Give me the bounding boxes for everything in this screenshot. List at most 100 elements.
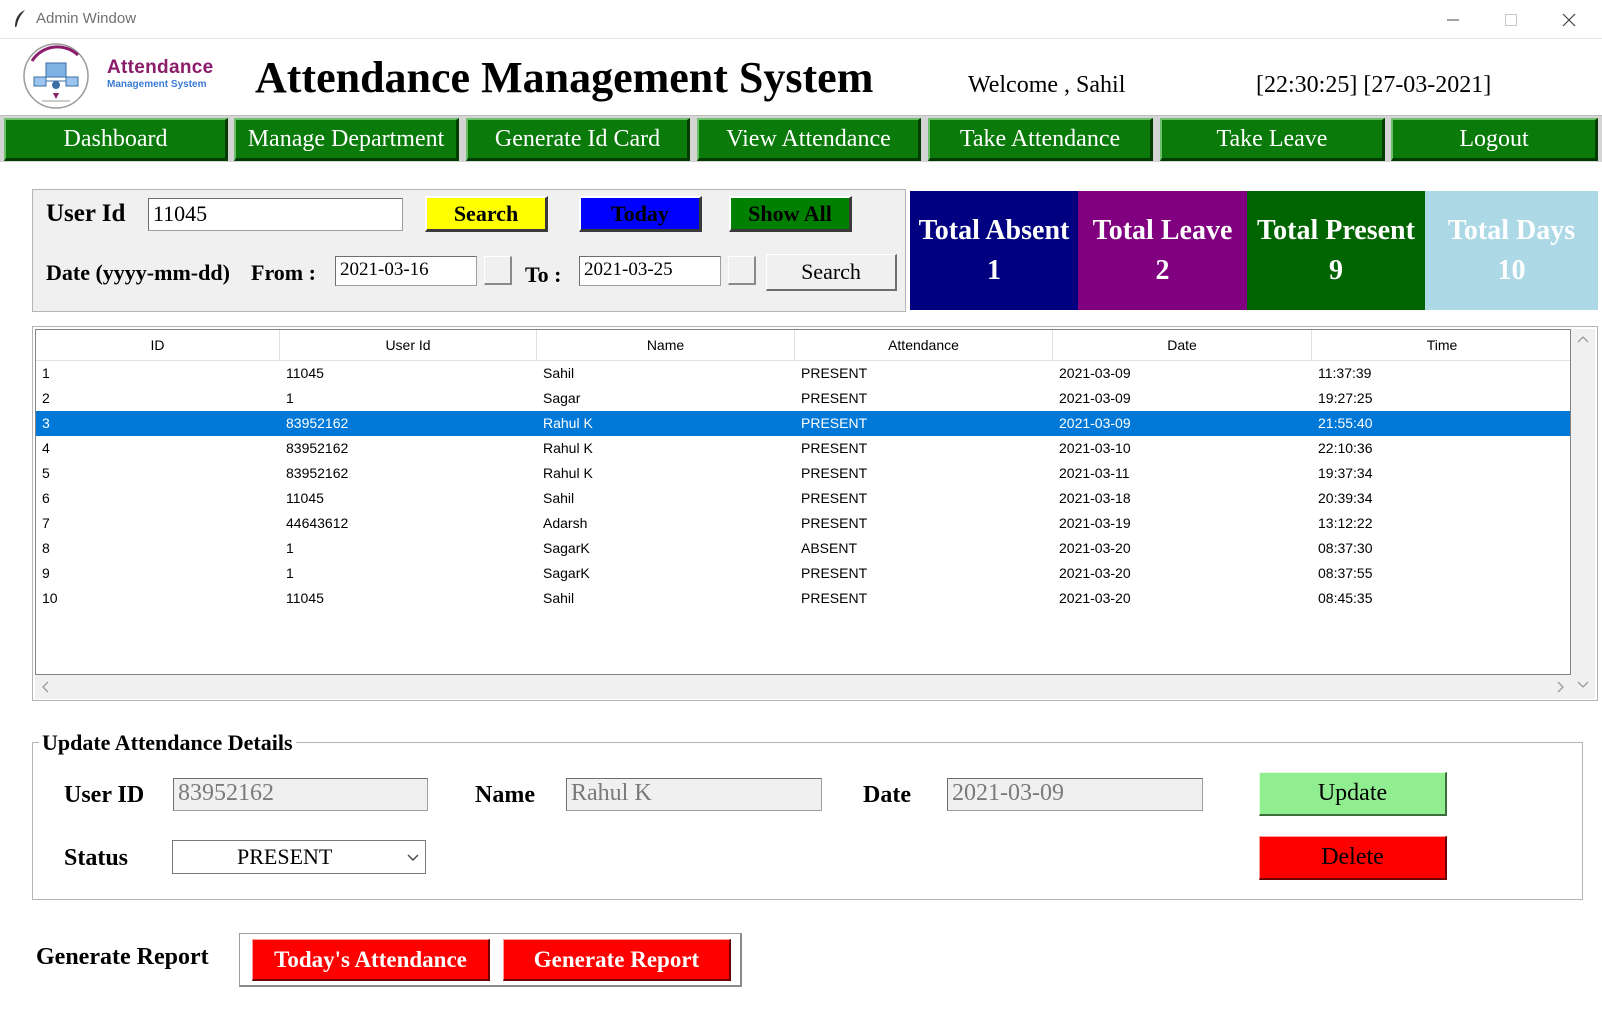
cell-date: 2021-03-20: [1059, 565, 1131, 581]
date-search-button[interactable]: Search: [766, 254, 897, 291]
nav-view-attendance-button[interactable]: View Attendance: [697, 118, 921, 161]
update-name-input[interactable]: Rahul K: [566, 778, 822, 811]
table-row[interactable]: 5 83952162 Rahul K PRESENT 2021-03-11 19:37:3…: [36, 461, 1570, 486]
status-select[interactable]: PRESENT: [172, 840, 426, 874]
delete-button[interactable]: Delete: [1259, 836, 1447, 880]
update-user-id-label: User ID: [64, 782, 145, 808]
todays-attendance-report-button[interactable]: Today's Attendance: [252, 939, 490, 981]
cell-name: SagarK: [543, 565, 590, 581]
cell-attendance: PRESENT: [801, 490, 868, 506]
horizontal-scrollbar[interactable]: [35, 675, 1571, 699]
table-row[interactable]: 6 11045 Sahil PRESENT 2021-03-18 20:39:34: [36, 486, 1570, 511]
table-row[interactable]: 7 44643612 Adarsh PRESENT 2021-03-19 13:12:22: [36, 511, 1570, 536]
nav-take-attendance-button[interactable]: Take Attendance: [928, 118, 1153, 161]
cell-id: 3: [42, 415, 50, 431]
cell-date: 2021-03-09: [1059, 365, 1131, 381]
minimize-button[interactable]: [1430, 6, 1476, 34]
cell-attendance: PRESENT: [801, 590, 868, 606]
table-row[interactable]: 8 1 SagarK ABSENT 2021-03-20 08:37:30: [36, 536, 1570, 561]
stat-value: 2: [1155, 254, 1170, 286]
column-header-user-id[interactable]: User Id: [280, 330, 537, 360]
nav-generate-id-card-button[interactable]: Generate Id Card: [466, 118, 690, 161]
stat-total-leave: Total Leave 2: [1078, 191, 1247, 310]
stat-total-days: Total Days 10: [1425, 191, 1598, 310]
scroll-left-icon[interactable]: [41, 681, 49, 693]
cell-attendance: PRESENT: [801, 565, 868, 581]
column-header-name[interactable]: Name: [537, 330, 795, 360]
user-id-label: User Id: [46, 200, 126, 227]
table-row[interactable]: 10 11045 Sahil PRESENT 2021-03-20 08:45:35: [36, 586, 1570, 611]
table-row[interactable]: 2 1 Sagar PRESENT 2021-03-09 19:27:25: [36, 386, 1570, 411]
vertical-scrollbar[interactable]: [1571, 329, 1595, 699]
cell-user-id: 1: [286, 390, 294, 406]
scroll-down-icon[interactable]: [1577, 681, 1589, 689]
cell-attendance: PRESENT: [801, 365, 868, 381]
cell-attendance: PRESENT: [801, 515, 868, 531]
close-button[interactable]: [1546, 6, 1592, 34]
cell-date: 2021-03-19: [1059, 515, 1131, 531]
cell-id: 4: [42, 440, 50, 456]
nav-take-leave-button[interactable]: Take Leave: [1160, 118, 1385, 161]
table-row[interactable]: 9 1 SagarK PRESENT 2021-03-20 08:37:55: [36, 561, 1570, 586]
cell-id: 9: [42, 565, 50, 581]
nav-manage-department-button[interactable]: Manage Department: [234, 118, 459, 161]
feather-icon: [15, 10, 25, 29]
user-id-input[interactable]: 11045: [148, 198, 403, 231]
nav-dashboard-button[interactable]: Dashboard: [4, 118, 228, 161]
to-date-input[interactable]: 2021-03-25: [579, 256, 721, 286]
table-row[interactable]: 4 83952162 Rahul K PRESENT 2021-03-10 22:10:3…: [36, 436, 1570, 461]
to-date-picker-button[interactable]: [728, 256, 756, 285]
welcome-text: Welcome , Sahil: [968, 72, 1126, 98]
cell-id: 6: [42, 490, 50, 506]
app-header: Attendance Management System Attendance …: [0, 39, 1602, 115]
cell-user-id: 44643612: [286, 515, 349, 531]
cell-name: Sagar: [543, 390, 581, 406]
scroll-up-icon[interactable]: [1577, 335, 1589, 343]
from-date-picker-button[interactable]: [484, 256, 512, 285]
column-header-id[interactable]: ID: [36, 330, 280, 360]
cell-time: 19:37:34: [1318, 465, 1373, 481]
main-nav: Dashboard Manage Department Generate Id …: [0, 115, 1602, 162]
today-button[interactable]: Today: [579, 196, 702, 232]
cell-user-id: 1: [286, 540, 294, 556]
column-header-attendance[interactable]: Attendance: [795, 330, 1053, 360]
table-row[interactable]: 3 83952162 Rahul K PRESENT 2021-03-09 21:55:4…: [36, 411, 1570, 436]
from-date-input[interactable]: 2021-03-16: [335, 256, 477, 286]
cell-time: 20:39:34: [1318, 490, 1373, 506]
cell-id: 7: [42, 515, 50, 531]
cell-time: 22:10:36: [1318, 440, 1373, 456]
nav-logout-button[interactable]: Logout: [1391, 118, 1598, 161]
cell-date: 2021-03-20: [1059, 590, 1131, 606]
cell-name: Sahil: [543, 365, 575, 381]
to-label: To :: [525, 262, 562, 287]
window-title: Admin Window: [36, 10, 137, 27]
stat-total-absent: Total Absent 1: [910, 191, 1078, 310]
attendance-logo-icon: [23, 43, 89, 109]
cell-id: 10: [42, 590, 58, 606]
update-button[interactable]: Update: [1259, 772, 1447, 816]
attendance-table[interactable]: ID User Id Name Attendance Date Time 1 11…: [35, 329, 1571, 675]
cell-name: SagarK: [543, 540, 590, 556]
column-header-time[interactable]: Time: [1312, 330, 1570, 360]
logo-subtitle: Management System: [107, 79, 207, 90]
maximize-button[interactable]: [1488, 6, 1534, 34]
update-date-input[interactable]: 2021-03-09: [947, 778, 1203, 811]
attendance-table-panel: ID User Id Name Attendance Date Time 1 11…: [32, 326, 1598, 701]
column-header-date[interactable]: Date: [1053, 330, 1312, 360]
logo-title: Attendance: [107, 57, 214, 78]
generate-report-button[interactable]: Generate Report: [503, 939, 731, 981]
stat-value: 10: [1497, 254, 1526, 286]
search-user-button[interactable]: Search: [425, 196, 548, 232]
cell-name: Rahul K: [543, 415, 593, 431]
generate-report-label: Generate Report: [36, 944, 209, 970]
table-row[interactable]: 1 11045 Sahil PRESENT 2021-03-09 11:37:39: [36, 361, 1570, 386]
show-all-button[interactable]: Show All: [729, 196, 852, 232]
scroll-right-icon[interactable]: [1557, 681, 1565, 693]
update-user-id-input[interactable]: 83952162: [173, 778, 428, 811]
update-date-label: Date: [863, 782, 911, 808]
cell-user-id: 83952162: [286, 465, 349, 481]
stat-label: Total Leave: [1092, 214, 1233, 246]
cell-date: 2021-03-09: [1059, 390, 1131, 406]
cell-user-id: 11045: [286, 590, 324, 606]
datetime-display: [22:30:25] [27-03-2021]: [1256, 72, 1492, 98]
